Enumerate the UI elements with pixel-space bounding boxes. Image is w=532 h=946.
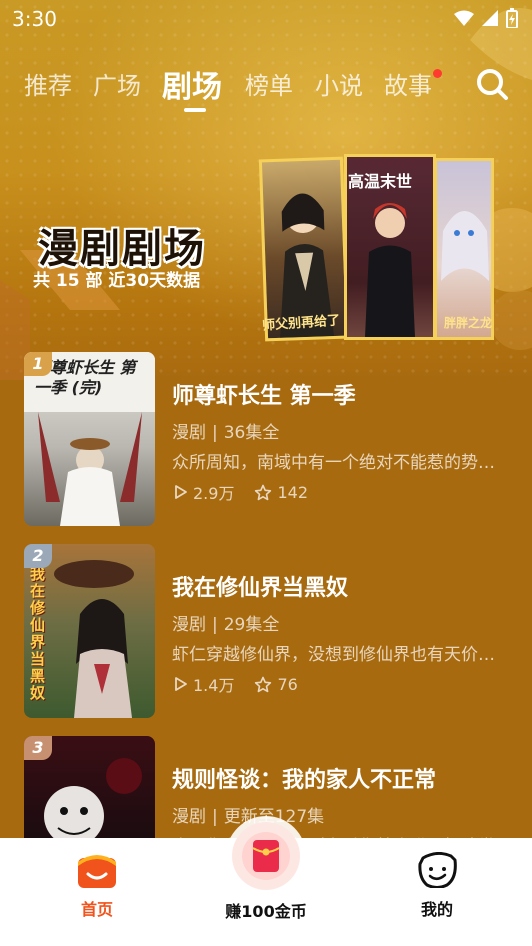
item-episodes: 29集全 xyxy=(223,615,280,635)
nav-me[interactable]: 我的 xyxy=(412,851,462,920)
nav-home[interactable]: 首页 xyxy=(72,852,122,920)
play-count: 2.9万 xyxy=(174,480,234,504)
red-envelope-icon xyxy=(252,840,280,872)
poster-label-2: 高温末世 xyxy=(348,172,413,191)
list-item[interactable]: 我在修仙界当黑奴 2 我在修仙界当黑奴 漫剧 | 29集全 虾仁穿越修仙界，没想到修… xyxy=(0,544,532,720)
star-icon xyxy=(255,484,272,500)
tab-recommend[interactable]: 推荐 xyxy=(24,66,72,101)
rank-badge: 1 xyxy=(24,352,52,376)
status-bar: 3:30 xyxy=(0,0,532,38)
list-item[interactable]: 师尊虾长生 第一季 (完) 1 师尊虾长生 第一季 漫剧 | 36集全 众所周知，南… xyxy=(0,352,532,528)
item-description: 虾仁穿越修仙界，没想到修仙界也有天价… xyxy=(172,645,495,665)
face-icon xyxy=(418,851,457,889)
meta-separator: | xyxy=(212,615,218,635)
search-button[interactable] xyxy=(474,66,510,102)
item-description: 众所周知，南域中有一个绝对不能惹的势… xyxy=(172,453,495,473)
tab-novel[interactable]: 小说 xyxy=(315,66,363,101)
meta-separator: | xyxy=(212,807,218,827)
cover-text: 我在修仙界当黑奴 xyxy=(30,565,46,702)
story-badge-dot xyxy=(433,69,442,78)
item-title: 我在修仙界当黑奴 xyxy=(172,576,349,601)
tab-ranking[interactable]: 榜单 xyxy=(245,66,293,101)
wifi-icon xyxy=(454,10,474,26)
home-icon xyxy=(78,855,116,888)
cover-image: 我在修仙界当黑奴 2 xyxy=(24,544,155,718)
nav-earn-label: 赚100金币 xyxy=(225,902,307,921)
earn-coins-button[interactable] xyxy=(232,822,300,890)
item-meta: 漫剧 | 36集全 xyxy=(172,418,279,443)
poster-label-3: 胖胖之龙 xyxy=(444,316,493,330)
nav-me-label: 我的 xyxy=(420,900,453,919)
item-episodes: 36集全 xyxy=(223,423,280,443)
nav-home-label: 首页 xyxy=(80,900,113,919)
nav-earn[interactable]: 赚100金币 xyxy=(218,898,314,922)
rank-badge: 3 xyxy=(24,736,52,760)
like-count-value: 142 xyxy=(277,482,308,502)
play-count: 1.4万 xyxy=(174,672,234,696)
cover-image: 师尊虾长生 第一季 (完) 1 xyxy=(24,352,155,526)
status-icons xyxy=(454,8,518,28)
item-stats: 1.4万 76 xyxy=(174,672,318,696)
item-stats: 2.9万 142 xyxy=(174,480,328,504)
search-icon xyxy=(477,69,508,100)
hero-banner[interactable]: 师父别再给了 高温末世 胖胖之龙 漫剧剧场 共 15 部 近30天数据 xyxy=(0,0,532,380)
item-meta: 漫剧 | 29集全 xyxy=(172,610,279,635)
tab-story[interactable]: 故事 xyxy=(384,66,432,101)
poster-figure-icon xyxy=(441,211,489,281)
tab-square[interactable]: 广场 xyxy=(93,66,141,101)
play-icon xyxy=(175,485,187,499)
rank-badge: 2 xyxy=(24,544,52,568)
top-tabs: 推荐 广场 剧场 榜单 小说 故事 xyxy=(0,66,532,116)
item-category: 漫剧 xyxy=(172,615,206,635)
play-icon xyxy=(175,677,187,691)
item-category: 漫剧 xyxy=(172,423,206,443)
signal-icon xyxy=(482,10,498,26)
star-icon xyxy=(255,676,272,692)
battery-icon xyxy=(506,8,518,28)
banner-poster-3 xyxy=(434,158,494,340)
play-count-value: 2.9万 xyxy=(193,484,235,503)
like-count: 76 xyxy=(254,674,298,694)
status-time: 3:30 xyxy=(12,7,57,31)
tab-theater[interactable]: 剧场 xyxy=(162,62,222,106)
play-count-value: 1.4万 xyxy=(193,676,235,695)
item-category: 漫剧 xyxy=(172,807,206,827)
active-tab-indicator xyxy=(184,108,206,112)
meta-separator: | xyxy=(212,423,218,443)
item-title: 师尊虾长生 第一季 xyxy=(172,384,356,409)
like-count: 142 xyxy=(254,483,308,502)
item-title: 规则怪谈：我的家人不正常 xyxy=(172,768,437,793)
like-count-value: 76 xyxy=(277,674,298,694)
banner-subtitle: 共 15 部 近30天数据 xyxy=(33,271,201,291)
